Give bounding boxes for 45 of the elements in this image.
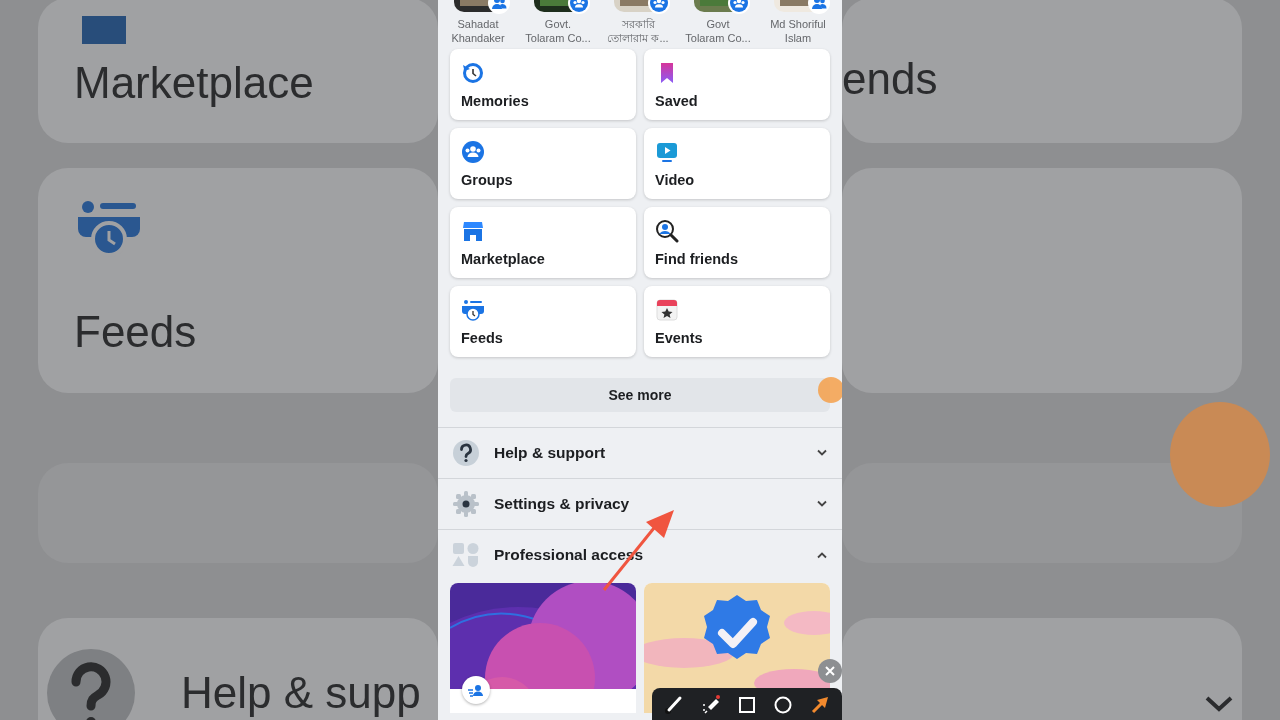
chevron-down-icon xyxy=(816,449,828,457)
shortcut-name: Govt. xyxy=(543,18,573,32)
video-icon xyxy=(655,140,679,164)
square-tool[interactable] xyxy=(736,695,757,715)
settings-icon xyxy=(452,490,480,518)
close-icon xyxy=(824,665,836,677)
shortcut-name: Sahadat xyxy=(456,18,500,32)
backdrop-text: Feeds xyxy=(74,305,198,358)
calendar-icon xyxy=(655,298,679,322)
close-button[interactable] xyxy=(818,659,842,683)
menu-card[interactable]: Video xyxy=(644,128,830,199)
backdrop-text: Marketplace xyxy=(74,56,315,109)
menu-card[interactable]: Marketplace xyxy=(450,207,636,278)
chevron-up-icon xyxy=(816,551,828,559)
menu-card[interactable]: Memories xyxy=(450,49,636,120)
search-person-icon xyxy=(655,219,679,243)
shortcut-name: তোলারাম ক... xyxy=(606,31,670,45)
feeds-icon xyxy=(461,298,485,322)
eraser-tool[interactable] xyxy=(700,695,721,715)
menu-card[interactable]: Feeds xyxy=(450,286,636,357)
shortcut-name: Khandaker xyxy=(450,31,506,45)
menu-card[interactable]: Events xyxy=(644,286,830,357)
backdrop-text: ends xyxy=(842,52,939,105)
see-more-button[interactable]: See more xyxy=(450,378,830,412)
shortcut-name: Islam xyxy=(783,31,813,45)
menu-card[interactable]: Saved xyxy=(644,49,830,120)
shapes-icon xyxy=(452,541,480,569)
help-icon xyxy=(46,648,136,720)
menu-card[interactable]: Groups xyxy=(450,128,636,199)
menu-card[interactable]: Find friends xyxy=(644,207,830,278)
clock-icon xyxy=(461,61,485,85)
arrow-tool[interactable] xyxy=(809,695,830,715)
shortcut-name: Tolaram Co... xyxy=(684,31,752,45)
shortcut-name: Govt xyxy=(705,18,731,32)
section-row[interactable]: Help & support xyxy=(438,427,842,478)
circle-tool[interactable] xyxy=(773,695,794,715)
backdrop-text: Help & supp xyxy=(181,667,421,719)
groups-icon xyxy=(461,140,485,164)
touch-indicator xyxy=(818,377,842,403)
shortcut-name: Md Shoriful xyxy=(769,18,827,32)
help-icon xyxy=(452,439,480,467)
shortcut-name: Tolaram Co... xyxy=(524,31,592,45)
chevron-down-icon xyxy=(816,500,828,508)
shortcut-name: সরকারি xyxy=(620,18,656,32)
store-icon xyxy=(461,219,485,243)
